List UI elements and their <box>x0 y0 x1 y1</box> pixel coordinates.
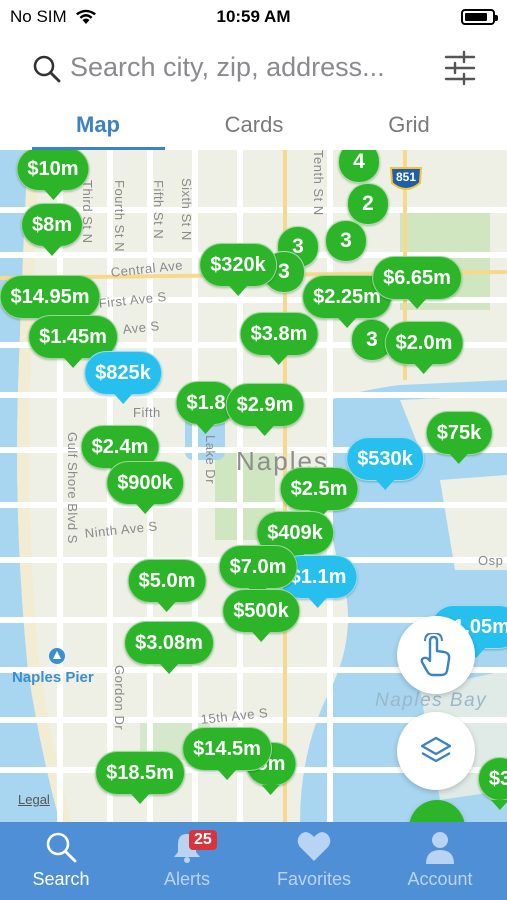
bottom-tab-bar: Search Alerts 25 Favorites Account <box>0 822 507 900</box>
price-pin[interactable]: $2.9m <box>225 383 305 436</box>
price-label: $2.9m <box>225 383 305 427</box>
street-label: Tenth St N <box>311 150 326 216</box>
price-pin[interactable]: $10m <box>16 150 90 200</box>
tab-cards[interactable]: Cards <box>184 112 324 138</box>
street-label: Fifth St N <box>151 180 166 240</box>
filter-sliders-icon[interactable] <box>444 50 476 86</box>
search-icon <box>33 55 61 83</box>
price-pin[interactable]: $8m <box>20 203 84 256</box>
price-label: $825k <box>84 351 162 395</box>
draw-area-button[interactable] <box>397 616 475 694</box>
nav-favorites[interactable]: Favorites <box>251 822 377 900</box>
price-pin[interactable]: $500k <box>222 589 300 642</box>
price-pin[interactable]: $2.0m <box>384 321 464 374</box>
price-pin[interactable]: $3.08m <box>124 621 214 674</box>
price-label: $14.5m <box>182 727 272 771</box>
nav-account[interactable]: Account <box>377 822 503 900</box>
nav-alerts[interactable]: Alerts <box>124 822 250 900</box>
price-pin[interactable]: $75k <box>425 411 493 464</box>
price-pin[interactable]: $320k <box>199 243 277 296</box>
price-label: $320k <box>199 243 277 287</box>
street-label: Lake Dr <box>203 435 218 485</box>
price-pin[interactable]: $825k <box>84 351 162 404</box>
map-layers-button[interactable] <box>397 712 475 790</box>
price-label: $3.08m <box>124 621 214 665</box>
price-label: $14.95m <box>0 275 101 319</box>
highway-number: 851 <box>395 170 417 184</box>
price-label: $10m <box>16 150 90 191</box>
price-label: $6.65m <box>372 256 462 300</box>
search-input[interactable]: Search city, zip, address... <box>70 52 385 83</box>
tab-map[interactable]: Map <box>28 112 168 138</box>
price-pin[interactable]: $5.0m <box>127 559 207 612</box>
price-label: $2.0m <box>384 321 464 365</box>
status-bar: No SIM 10:59 AM <box>0 0 507 34</box>
street-label: Fourth St N <box>112 180 127 252</box>
clock: 10:59 AM <box>216 7 291 26</box>
street-label: Fifth <box>133 405 161 420</box>
price-pin[interactable]: $3.8m <box>239 312 319 365</box>
price-label: $7.0m <box>218 545 298 589</box>
pier-marker-icon <box>49 648 65 664</box>
street-label: Sixth St N <box>179 178 194 241</box>
price-pin[interactable]: $3 <box>477 757 507 810</box>
price-label: $3 <box>477 757 507 801</box>
pointer-hand-icon <box>420 633 451 677</box>
search-icon <box>46 832 77 863</box>
price-label: $900k <box>106 461 184 505</box>
price-pin[interactable]: $18.5m <box>95 751 185 804</box>
battery-icon <box>461 9 498 25</box>
nav-search[interactable]: Search <box>0 822 124 900</box>
price-label: $2.5m <box>279 467 359 511</box>
price-label: $18.5m <box>95 751 185 795</box>
cluster-marker[interactable]: 3 <box>325 220 367 262</box>
street-label: Gulf Shore Blvd S <box>65 432 80 544</box>
price-label: $8m <box>20 203 84 247</box>
price-pin[interactable]: $900k <box>106 461 184 514</box>
search-bar[interactable]: Search city, zip, address... <box>0 40 507 96</box>
pier-label: Naples Pier <box>12 669 94 686</box>
street-label: Gordon Dr <box>112 665 127 731</box>
map-view[interactable]: Third St N Fourth St N Fifth St N Sixth … <box>0 150 507 822</box>
tab-grid[interactable]: Grid <box>339 112 479 138</box>
cluster-marker[interactable]: 2 <box>347 183 389 225</box>
nav-search-label: Search <box>32 869 90 889</box>
price-label: $75k <box>425 411 493 455</box>
layers-icon <box>420 736 452 763</box>
highway-shield-icon: 851 <box>389 165 423 200</box>
nav-favorites-label: Favorites <box>276 869 352 889</box>
price-pin[interactable]: $14.5m <box>182 727 272 780</box>
nav-account-label: Account <box>407 869 473 889</box>
alerts-count-badge: 25 <box>189 830 217 850</box>
price-pin[interactable]: $6.65m <box>372 256 462 309</box>
heart-icon <box>297 832 331 861</box>
price-label: $500k <box>222 589 300 633</box>
street-label: Osp <box>478 553 504 568</box>
legal-link[interactable]: Legal <box>18 792 50 807</box>
view-tabs: Map Cards Grid <box>0 104 507 150</box>
person-icon <box>426 832 454 864</box>
nav-alerts-label: Alerts <box>163 869 210 889</box>
battery-level <box>465 13 487 21</box>
price-label: $5.0m <box>127 559 207 603</box>
price-label: $3.8m <box>239 312 319 356</box>
